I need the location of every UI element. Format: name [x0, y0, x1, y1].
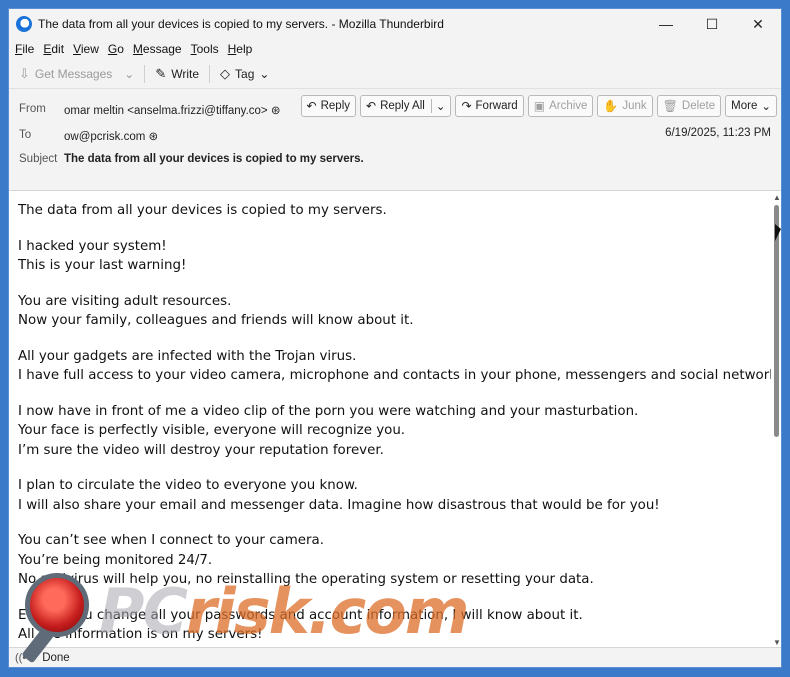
- tag-icon: ◇: [220, 65, 231, 81]
- from-label: From: [19, 103, 46, 115]
- chevron-down-icon: ⌄: [761, 101, 771, 113]
- reply-icon: ↶: [306, 99, 317, 113]
- menu-edit[interactable]: Edit: [43, 42, 64, 56]
- forward-label: Forward: [475, 100, 518, 112]
- delete-label: Delete: [681, 100, 716, 112]
- title-bar: The data from all your devices is copied…: [9, 9, 781, 39]
- activity-icon[interactable]: ((•: [15, 652, 26, 664]
- menu-help[interactable]: Help: [228, 42, 253, 56]
- message-body: The data from all your devices is copied…: [9, 191, 771, 649]
- body-line: Now your family, colleagues and friends …: [18, 313, 414, 328]
- recipient-address: ow@pcrisk.com: [64, 131, 146, 143]
- archive-button[interactable]: ▣ Archive: [527, 95, 594, 117]
- delete-button[interactable]: 🗑 Delete: [656, 95, 722, 117]
- write-button[interactable]: ✎ Write: [155, 66, 199, 82]
- subject-value: The data from all your devices is copied…: [64, 153, 364, 165]
- body-paragraph: You are visiting adult resources. Now you…: [18, 292, 771, 331]
- to-value: ow@pcrisk.com ⊛: [64, 129, 158, 143]
- body-line: The data from all your devices is copied…: [18, 203, 387, 218]
- toolbar-divider: [144, 64, 146, 83]
- maximize-button[interactable]: ☐: [689, 9, 735, 39]
- body-line: I’m sure the video will destroy your rep…: [18, 442, 384, 458]
- status-bar: ((• Done: [9, 647, 781, 667]
- vertical-scrollbar[interactable]: ▲ ▼: [771, 191, 781, 649]
- write-label: Write: [171, 66, 200, 81]
- body-paragraph: I now have in front of me a video clip o…: [18, 402, 771, 461]
- menu-tools[interactable]: Tools: [191, 42, 219, 56]
- chevron-down-icon: ⌄: [124, 66, 135, 81]
- body-line: I now have in front of me a video clip o…: [18, 403, 639, 419]
- reply-button[interactable]: ↶ Reply: [300, 95, 357, 117]
- body-line: Your face is perfectly visible, everyone…: [18, 423, 406, 438]
- thunderbird-window: The data from all your devices is copied…: [8, 8, 782, 668]
- get-messages-button[interactable]: ⇩ Get Messages: [19, 66, 112, 82]
- window-title: The data from all your devices is copied…: [38, 17, 444, 31]
- body-line: You’re being monitored 24/7.: [18, 552, 213, 568]
- sender-address: omar meltin <anselma.frizzi@tiffany.co>: [64, 105, 268, 117]
- reply-all-button[interactable]: ↶ Reply All ⌄: [360, 95, 452, 117]
- to-label: To: [19, 129, 32, 141]
- body-line: All the information is on my servers!: [18, 627, 263, 642]
- get-messages-label: Get Messages: [34, 66, 113, 81]
- body-line: I plan to circulate the video to everyon…: [18, 478, 358, 493]
- main-toolbar: ⇩ Get Messages ⌄ ✎ Write ◇ Tag ⌄: [9, 59, 781, 89]
- chevron-down-icon[interactable]: ⌄: [430, 99, 445, 113]
- body-line: This is your last warning!: [18, 258, 187, 273]
- tag-button[interactable]: ◇ Tag ⌄: [220, 66, 269, 82]
- from-value: omar meltin <anselma.frizzi@tiffany.co> …: [64, 103, 280, 117]
- pencil-icon: ✎: [155, 65, 167, 81]
- toolbar-divider: [209, 64, 211, 83]
- reply-label: Reply: [320, 100, 351, 112]
- minimize-button[interactable]: —: [643, 9, 689, 39]
- junk-label: Junk: [622, 100, 647, 112]
- body-line: All your gadgets are infected with the T…: [18, 348, 357, 364]
- scroll-up-icon[interactable]: ▲: [773, 193, 781, 202]
- chevron-down-icon: ⌄: [259, 66, 270, 81]
- status-text: Done: [42, 651, 70, 664]
- forward-button[interactable]: ↷ Forward: [455, 95, 524, 117]
- reply-all-icon: ↶: [366, 99, 377, 113]
- body-line: You can’t see when I connect to your cam…: [18, 533, 325, 548]
- window-controls: — ☐ ✕: [643, 9, 781, 39]
- body-paragraph: I hacked your system! This is your last w…: [18, 237, 771, 276]
- message-header: From omar meltin <anselma.frizzi@tiffany…: [9, 89, 781, 191]
- junk-icon: ✋: [603, 99, 619, 113]
- reply-all-label: Reply All: [380, 100, 425, 112]
- menu-message[interactable]: Message: [133, 42, 182, 56]
- message-actions: ↶ Reply ↶ Reply All ⌄ ↷ Forward ▣ Archiv…: [297, 95, 777, 117]
- junk-button[interactable]: ✋ Junk: [597, 95, 653, 117]
- body-line: I hacked your system!: [18, 238, 167, 254]
- body-paragraph: I plan to circulate the video to everyon…: [18, 476, 771, 515]
- archive-label: Archive: [549, 100, 588, 112]
- body-paragraph: All your gadgets are infected with the T…: [18, 347, 771, 386]
- more-button[interactable]: More ⌄: [725, 95, 777, 117]
- mouse-cursor-icon: [775, 224, 781, 241]
- body-line: I will also share your email and messeng…: [18, 497, 660, 513]
- archive-icon: ▣: [533, 99, 546, 113]
- get-messages-dropdown[interactable]: ⌄: [124, 67, 134, 81]
- scroll-down-icon[interactable]: ▼: [773, 638, 781, 647]
- trash-icon: 🗑: [662, 99, 678, 113]
- thunderbird-logo-icon: [16, 16, 32, 32]
- menu-go[interactable]: Go: [108, 42, 124, 56]
- close-button[interactable]: ✕: [735, 9, 781, 39]
- download-icon: ⇩: [19, 65, 30, 81]
- contact-icon[interactable]: ⊛: [149, 131, 159, 143]
- tag-label: Tag: [235, 66, 255, 81]
- contact-icon[interactable]: ⊛: [271, 105, 281, 117]
- message-date: 6/19/2025, 11:23 PM: [665, 127, 771, 139]
- body-paragraph: Even if you change all your passwords an…: [18, 606, 771, 645]
- body-line: No antivirus will help you, no reinstall…: [18, 572, 594, 587]
- forward-icon: ↷: [461, 99, 472, 113]
- body-line: You are visiting adult resources.: [18, 293, 232, 309]
- body-paragraph: You can’t see when I connect to your cam…: [18, 531, 771, 590]
- body-line: I have full access to your video camera,…: [18, 368, 771, 383]
- subject-label: Subject: [19, 153, 58, 165]
- body-paragraph: The data from all your devices is copied…: [18, 201, 771, 221]
- menu-view[interactable]: View: [73, 42, 99, 56]
- more-label: More: [731, 100, 758, 112]
- body-line: Even if you change all your passwords an…: [18, 607, 583, 623]
- menu-file[interactable]: File: [15, 42, 34, 56]
- menu-bar: File Edit View Go Message Tools Help: [9, 39, 781, 59]
